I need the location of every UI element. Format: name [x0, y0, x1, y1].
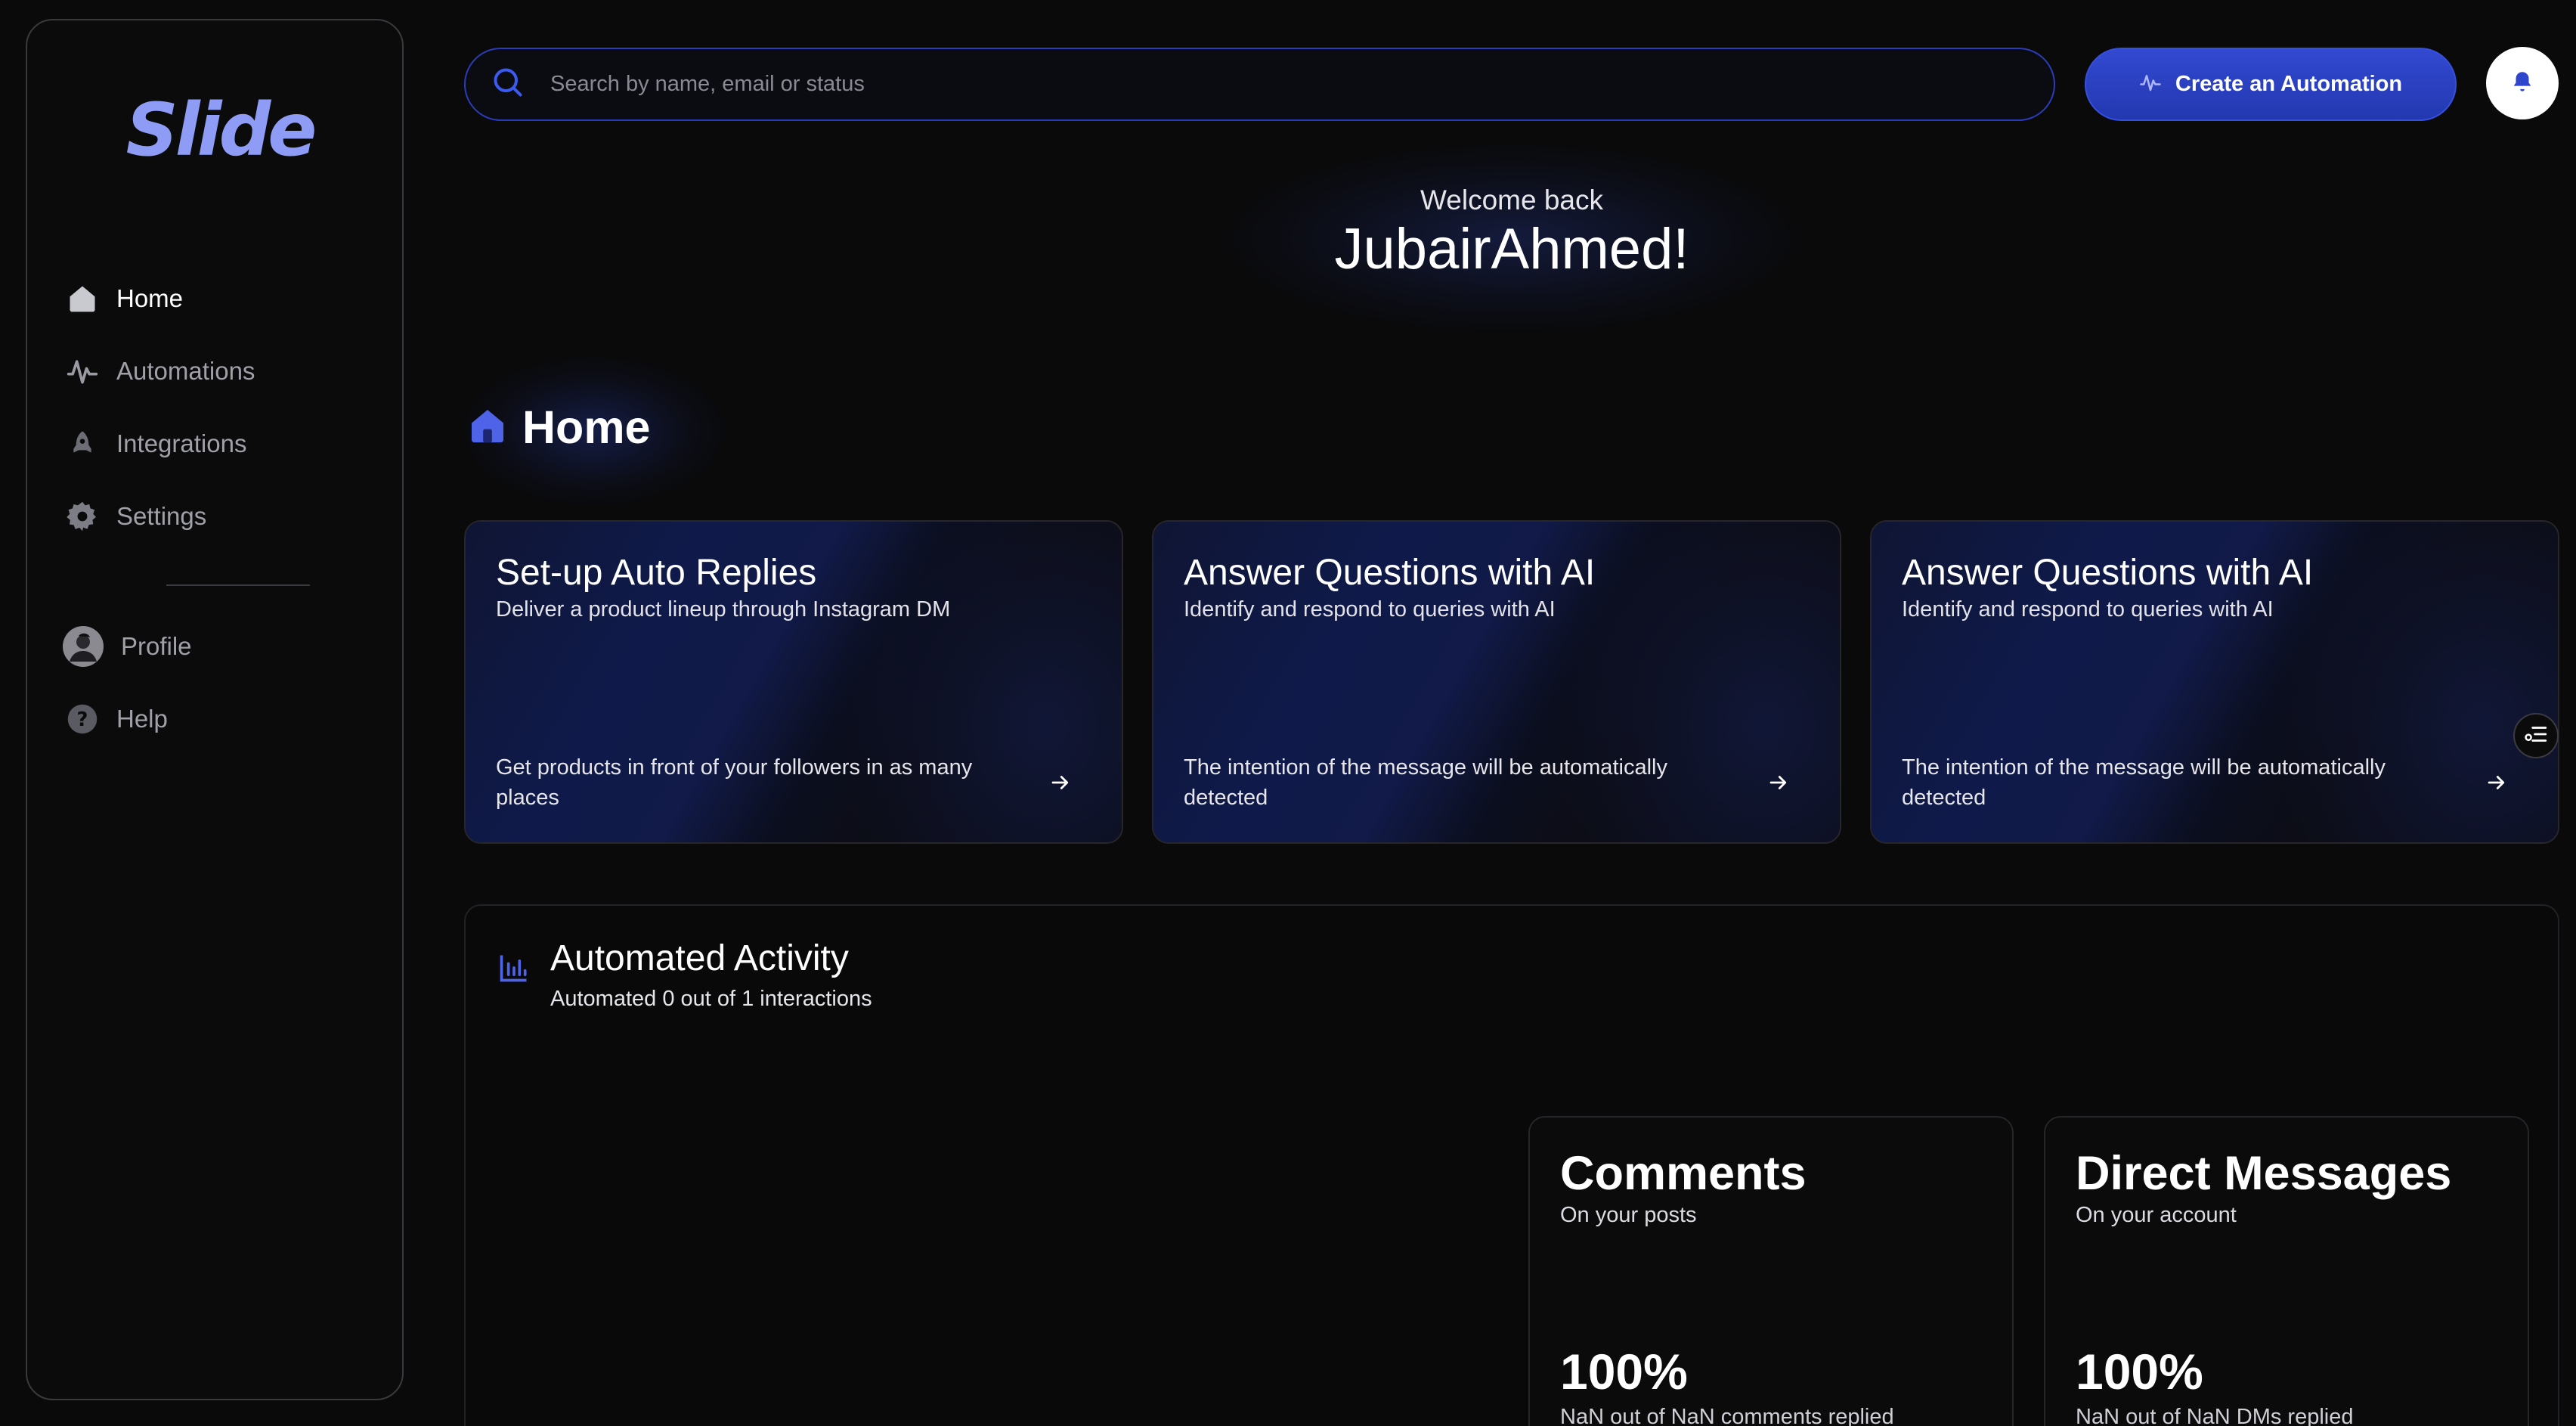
sidebar: Slide Home Automations Integrations Sett… [26, 19, 404, 1400]
card-footer: The intention of the message will be aut… [1184, 755, 1667, 810]
bar-chart-icon [497, 951, 531, 988]
stat-card-direct-messages: Direct Messages On your account 100% NaN… [2044, 1116, 2529, 1426]
sidebar-item-integrations[interactable]: Integrations [65, 408, 382, 480]
home-icon [65, 281, 100, 316]
sidebar-item-label: Help [116, 705, 168, 733]
stat-subtitle: On your posts [1560, 1203, 1697, 1227]
sidebar-item-label: Automations [116, 357, 255, 385]
activity-icon [2139, 71, 2162, 98]
card-title: Set-up Auto Replies [496, 553, 817, 593]
sidebar-nav: Home Automations Integrations Settings P… [62, 262, 382, 755]
card-title: Answer Questions with AI [1902, 553, 2314, 593]
activity-subtitle: Automated 0 out of 1 interactions [550, 987, 872, 1011]
app-root: Slide Home Automations Integrations Sett… [0, 0, 2576, 1426]
activity-title: Automated Activity [550, 938, 849, 978]
card-answer-questions-ai-2[interactable]: Answer Questions with AI Identify and re… [1870, 520, 2559, 844]
sidebar-item-settings[interactable]: Settings [65, 480, 382, 553]
logo-text: Slide [125, 88, 317, 172]
create-automation-label: Create an Automation [2175, 72, 2403, 96]
activity-icon [65, 354, 100, 389]
panel-toggle-button[interactable] [2513, 713, 2559, 758]
card-answer-questions-ai[interactable]: Answer Questions with AI Identify and re… [1152, 520, 1841, 844]
help-icon: ? [65, 702, 100, 736]
card-footer: The intention of the message will be aut… [1902, 755, 2386, 810]
sidebar-item-help[interactable]: ? Help [65, 683, 382, 755]
page-title: Home [466, 401, 650, 454]
sidebar-divider [166, 584, 310, 586]
search-bar[interactable] [464, 48, 2055, 121]
search-input[interactable] [550, 72, 1986, 97]
sidebar-item-profile[interactable]: Profile [62, 610, 382, 683]
sidebar-item-home[interactable]: Home [65, 262, 382, 335]
card-title: Answer Questions with AI [1184, 553, 1596, 593]
sidebar-item-automations[interactable]: Automations [65, 335, 382, 408]
rocket-icon [65, 426, 100, 461]
stat-note: NaN out of NaN DMs replied [2076, 1405, 2354, 1426]
gear-icon [65, 499, 100, 534]
bell-icon [2509, 69, 2535, 98]
sidebar-item-label: Integrations [116, 429, 247, 457]
app-logo[interactable]: Slide [125, 88, 317, 172]
card-auto-replies[interactable]: Set-up Auto Replies Deliver a product li… [464, 520, 1123, 844]
arrow-right-icon[interactable] [1767, 771, 1790, 800]
sidebar-item-label: Profile [121, 632, 192, 660]
card-footer: Get products in front of your followers … [496, 755, 973, 810]
card-subtitle: Identify and respond to queries with AI [1184, 597, 1556, 622]
stat-value: 100% [1560, 1344, 1688, 1400]
page-title-label: Home [522, 401, 651, 453]
home-icon [466, 405, 509, 451]
welcome-greeting: Welcome back [1420, 184, 1603, 215]
avatar [62, 625, 104, 668]
stat-title: Direct Messages [2076, 1147, 2452, 1200]
create-automation-button[interactable]: Create an Automation [2085, 48, 2457, 121]
arrow-right-icon[interactable] [2485, 771, 2508, 800]
arrow-right-icon[interactable] [1049, 771, 1072, 800]
notifications-button[interactable] [2486, 47, 2559, 119]
filter-list-icon [2523, 721, 2549, 751]
card-subtitle: Deliver a product lineup through Instagr… [496, 597, 951, 622]
stat-title: Comments [1560, 1147, 1807, 1200]
svg-text:?: ? [77, 708, 88, 731]
sidebar-item-label: Home [116, 284, 184, 312]
stat-subtitle: On your account [2076, 1203, 2237, 1227]
stat-card-comments: Comments On your posts 100% NaN out of N… [1528, 1116, 2014, 1426]
welcome-user-name: JubairAhmed! [1334, 217, 1689, 281]
stat-value: 100% [2076, 1344, 2203, 1400]
stat-note: NaN out of NaN comments replied [1560, 1405, 1894, 1426]
card-subtitle: Identify and respond to queries with AI [1902, 597, 2274, 622]
search-icon [491, 66, 525, 103]
sidebar-item-label: Settings [116, 502, 207, 530]
automated-activity-panel: Automated Activity Automated 0 out of 1 … [464, 904, 2559, 1426]
